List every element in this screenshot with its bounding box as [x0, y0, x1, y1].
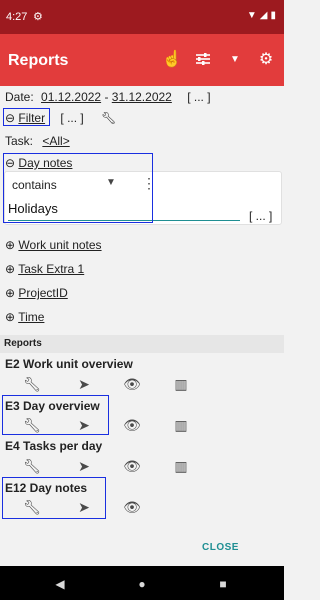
task-label: Task: [5, 134, 34, 148]
eye-icon[interactable]: 👁︎ [123, 457, 141, 475]
status-time: 4:27 [6, 11, 28, 23]
wifi-icon: ▼ [246, 10, 257, 21]
report-actions-e2: 🔧︎ ➤ 👁︎ ▥ [0, 375, 284, 393]
expand-icon[interactable]: ⊕ [5, 286, 15, 300]
chart-icon[interactable]: ▥ [172, 416, 190, 434]
date-row: Date: 01.12.2022 - 31.12.2022 [ ... ] [5, 90, 211, 104]
send-icon[interactable]: ➤ [75, 375, 93, 393]
wrench-icon[interactable]: 🔧︎ [23, 498, 41, 516]
filter-link[interactable]: Filter [18, 111, 45, 125]
report-title-e3: E3 Day overview [5, 399, 100, 413]
eye-icon[interactable]: 👁︎ [123, 416, 141, 434]
send-icon[interactable]: ➤ [75, 416, 93, 434]
expand-icon[interactable]: ⊕ [5, 310, 15, 324]
navigation-bar: ◀ ● ■ [0, 566, 284, 600]
back-icon[interactable]: ◀ [52, 576, 68, 592]
filter-label[interactable]: Task Extra 1 [18, 262, 84, 276]
expand-icon[interactable]: ⊕ [5, 238, 15, 252]
signal-icon: ◢ [259, 10, 268, 21]
eye-icon[interactable]: 👁︎ [123, 375, 141, 393]
report-title-e2: E2 Work unit overview [5, 357, 133, 371]
expand-icon[interactable]: ⊕ [5, 262, 15, 276]
collapsed-filter-project-id[interactable]: ⊕ ProjectID [5, 286, 68, 300]
task-row: Task: <All> [5, 134, 70, 148]
date-label: Date: [5, 90, 34, 104]
date-from-link[interactable]: 01.12.2022 [41, 90, 101, 104]
send-icon[interactable]: ➤ [75, 457, 93, 475]
report-title-e12: E12 Day notes [5, 481, 88, 495]
date-more-button[interactable]: [ ... ] [187, 90, 210, 104]
filter-more-button[interactable]: [ ... ] [60, 111, 83, 125]
close-button[interactable]: CLOSE [202, 542, 239, 553]
page-title: Reports [8, 52, 69, 69]
day-notes-highlight-box [3, 153, 153, 223]
report-filters-panel: Date: 01.12.2022 - 31.12.2022 [ ... ] ⊖ … [0, 86, 284, 566]
system-status-icons: ▼ ◢ ▮ [247, 10, 276, 21]
status-bar: 4:27 ⚙ ▼ ◢ ▮ [0, 0, 284, 34]
home-icon[interactable]: ● [134, 576, 150, 592]
chart-icon[interactable]: ▥ [172, 457, 190, 475]
chart-icon[interactable]: ▥ [172, 375, 190, 393]
filter-label[interactable]: ProjectID [18, 286, 67, 300]
date-to-link[interactable]: 31.12.2022 [112, 90, 172, 104]
wrench-icon[interactable]: 🔧︎ [23, 375, 41, 393]
eye-icon[interactable]: 👁︎ [123, 498, 141, 516]
wrench-icon[interactable]: 🔧︎ [101, 111, 116, 125]
report-actions-e12: 🔧︎ ➤ 👁︎ [0, 498, 284, 516]
date-separator: - [104, 90, 109, 104]
notification-gear-icon: ⚙ [33, 11, 43, 23]
battery-icon: ▮ [270, 10, 276, 21]
wrench-icon[interactable]: 🔧︎ [23, 416, 41, 434]
report-actions-e4: 🔧︎ ➤ 👁︎ ▥ [0, 457, 284, 475]
send-icon[interactable]: ➤ [75, 498, 93, 516]
filter-sliders-icon[interactable] [191, 47, 215, 71]
app-bar: Reports ☝ ▼ ⚙ [0, 34, 284, 86]
filter-label[interactable]: Time [18, 310, 44, 324]
collapsed-filter-work-unit-notes[interactable]: ⊕ Work unit notes [5, 238, 102, 252]
reports-section-header: Reports [0, 335, 284, 353]
report-title-e4: E4 Tasks per day [5, 439, 103, 453]
day-notes-more-button[interactable]: [ ... ] [249, 209, 272, 223]
touch-icon[interactable]: ☝ [160, 47, 184, 71]
collapsed-filter-time[interactable]: ⊕ Time [5, 310, 44, 324]
wrench-icon[interactable]: 🔧︎ [23, 457, 41, 475]
report-actions-e3: 🔧︎ ➤ 👁︎ ▥ [0, 416, 284, 434]
settings-icon[interactable]: ⚙ [254, 47, 278, 71]
collapsed-filter-task-extra[interactable]: ⊕ Task Extra 1 [5, 262, 84, 276]
recents-icon[interactable]: ■ [215, 576, 231, 592]
collapse-icon[interactable]: ⊖ [5, 111, 15, 125]
filter-label[interactable]: Work unit notes [18, 238, 101, 252]
dropdown-icon[interactable]: ▼ [223, 47, 247, 71]
task-value-link[interactable]: <All> [42, 134, 69, 148]
filter-row: ⊖ Filter [ ... ] 🔧︎ [5, 111, 116, 125]
